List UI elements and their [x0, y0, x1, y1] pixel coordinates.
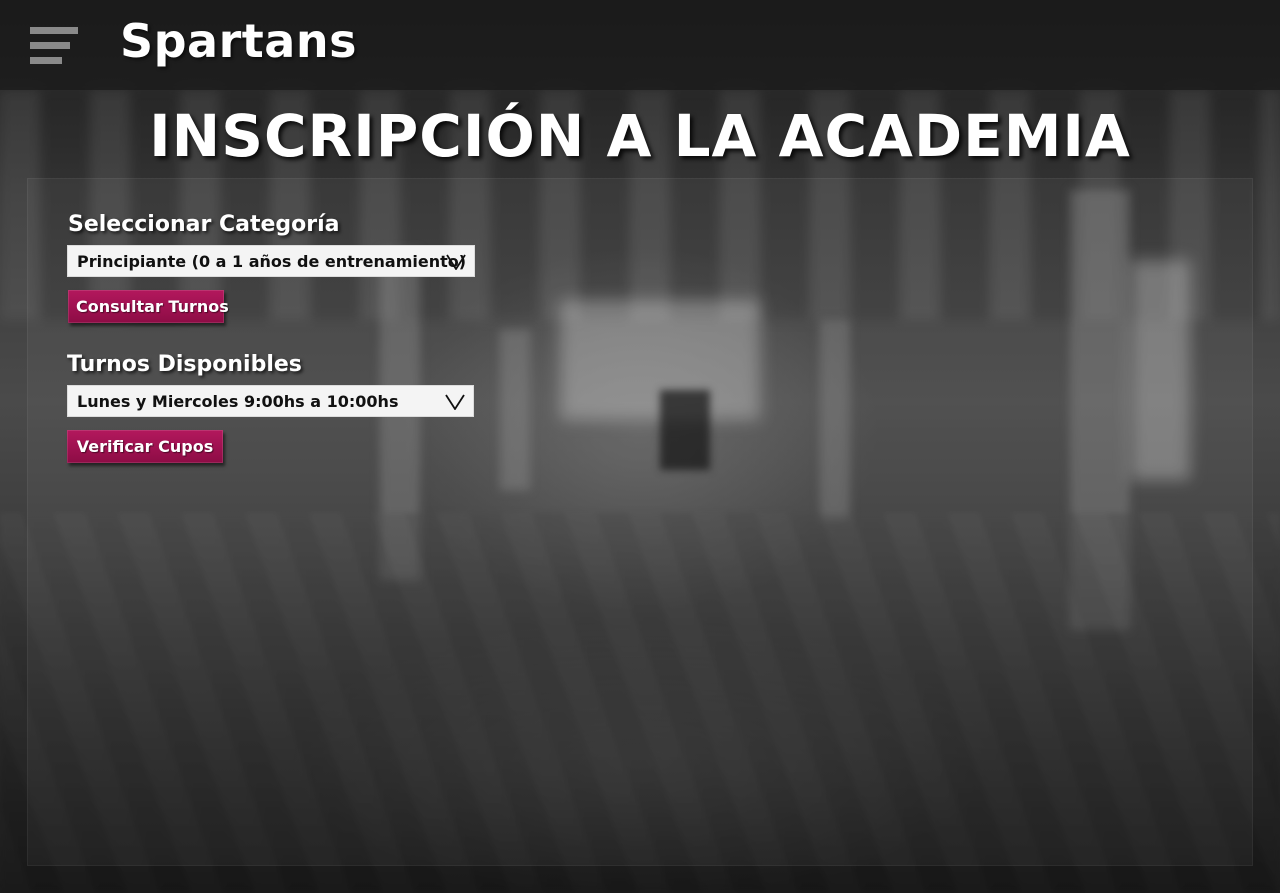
verificar-cupos-button[interactable]: Verificar Cupos: [67, 430, 223, 463]
shifts-select[interactable]: Lunes y Miercoles 9:00hs a 10:00hs: [67, 385, 474, 417]
shifts-label: Turnos Disponibles: [67, 352, 302, 377]
shifts-selected-value: Lunes y Miercoles 9:00hs a 10:00hs: [77, 392, 399, 411]
brand-title: Spartans: [120, 14, 357, 68]
consultar-turnos-button[interactable]: Consultar Turnos: [68, 290, 229, 323]
category-selected-value: Principiante (0 a 1 años de entrenamient…: [77, 252, 467, 271]
page-title: INSCRIPCIÓN A LA ACADEMIA: [149, 102, 1131, 170]
hamburger-menu-icon[interactable]: [30, 27, 78, 65]
enrollment-panel: [27, 178, 1253, 866]
chevron-down-icon: [446, 254, 466, 270]
category-label: Seleccionar Categoría: [68, 212, 340, 237]
top-bar: Spartans: [0, 0, 1280, 90]
chevron-down-icon: [445, 394, 465, 410]
category-select[interactable]: Principiante (0 a 1 años de entrenamient…: [67, 245, 475, 277]
